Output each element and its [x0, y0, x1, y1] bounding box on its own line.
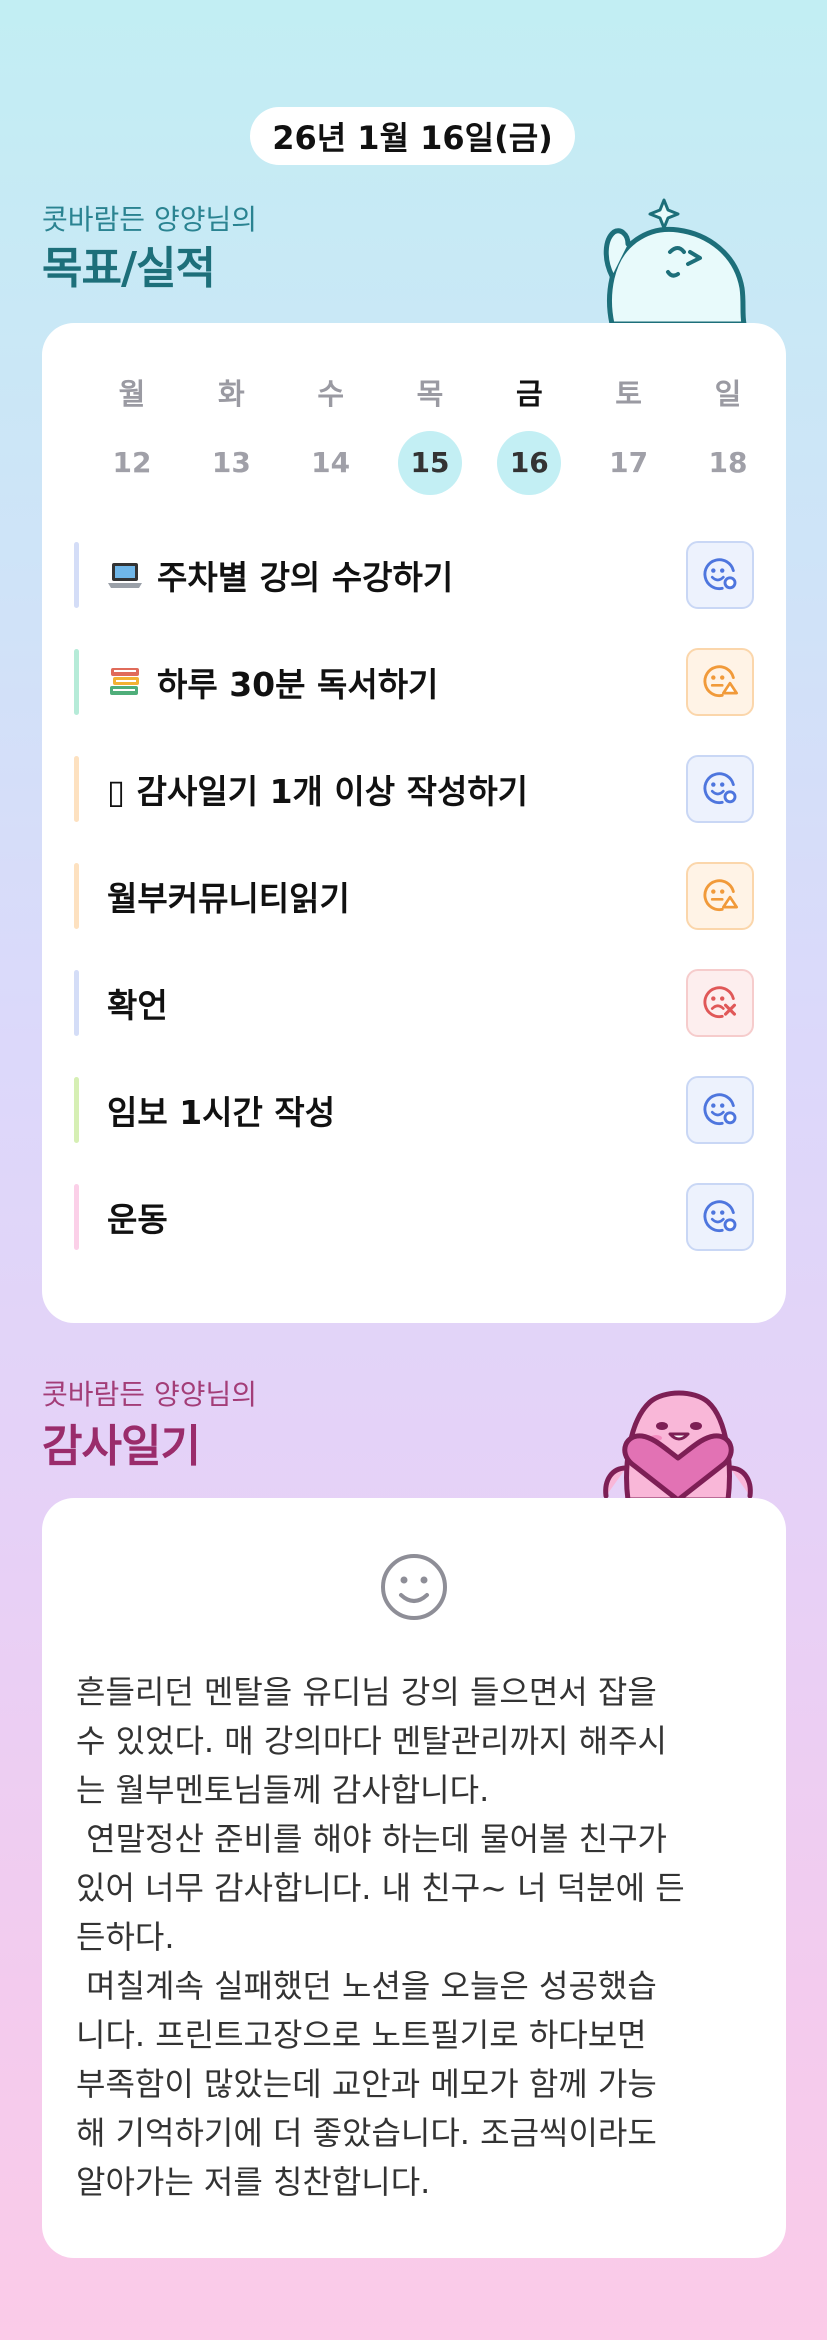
goal-text: 월부커뮤니티읽기 [107, 879, 350, 918]
goal-color-bar [74, 863, 79, 929]
goal-color-bar [74, 649, 79, 715]
smile-icon [381, 1554, 447, 1620]
goal-item[interactable]: 운동 [74, 1183, 754, 1251]
goal-item[interactable]: 확언 [74, 969, 754, 1037]
date-badge: 26년 1월 16일(금) [250, 107, 575, 165]
goal-color-bar [74, 1184, 79, 1250]
goal-color-bar [74, 542, 79, 608]
books-icon [107, 664, 143, 700]
date-cell[interactable]: 17 [594, 431, 664, 495]
weekday-label: 일 [714, 377, 742, 411]
goal-text: 운동 [107, 1200, 168, 1239]
date-cell[interactable]: 12 [97, 431, 167, 495]
date-number: 18 [708, 446, 748, 479]
date-number: 13 [211, 446, 251, 479]
goal-text: 임보 1시간 작성 [107, 1093, 336, 1132]
goal-text: ▯ 감사일기 1개 이상 작성하기 [107, 772, 529, 811]
status-fail-icon[interactable] [686, 969, 754, 1037]
goal-item[interactable]: 임보 1시간 작성 [74, 1076, 754, 1144]
date-number: 14 [311, 446, 351, 479]
goal-item[interactable]: ▯ 감사일기 1개 이상 작성하기 [74, 755, 754, 823]
goal-item[interactable]: 하루 30분 독서하기 [74, 648, 754, 716]
status-partial-icon[interactable] [686, 648, 754, 716]
goals-section-title: 목표/실적 [42, 243, 216, 294]
date-number-highlighted: 15 [397, 431, 462, 495]
gratitude-text: 흔들리던 멘탈을 유디님 강의 들으면서 잡을 수 있었다. 매 강의마다 멘탈… [76, 1673, 685, 2201]
status-done-icon[interactable] [686, 1076, 754, 1144]
weekday-label: 목 [416, 377, 444, 411]
weekday-row: 월화수목금토일 [97, 371, 763, 413]
goal-text: 하루 30분 독서하기 [157, 665, 439, 704]
goal-text: 확언 [107, 986, 168, 1025]
pink-mascot-heart-illustration [603, 1390, 753, 1500]
status-done-icon[interactable] [686, 541, 754, 609]
date-cell[interactable]: 18 [693, 431, 763, 495]
weekday-label: 금 [515, 377, 543, 411]
weekday-label: 월 [118, 377, 146, 411]
goal-color-bar [74, 1077, 79, 1143]
date-cell[interactable]: 13 [196, 431, 266, 495]
laptop-icon [107, 557, 143, 593]
goal-color-bar [74, 756, 79, 822]
date-number-highlighted: 16 [497, 431, 562, 495]
date-number: 17 [609, 446, 649, 479]
ghost-mascot-illustration [603, 198, 747, 324]
goals-card: 월 화 수 목 금 토 일 12 13 14 15 16 17 18 주차별 강의 수강하기하루 30분… [42, 323, 786, 1323]
weekday-label: 토 [615, 377, 642, 411]
gratitude-section-title: 감사일기 [42, 1421, 201, 1472]
goal-item[interactable]: 월부커뮤니티읽기 [74, 862, 754, 930]
date-cell[interactable]: 16 [494, 431, 564, 495]
weekday-label: 화 [217, 377, 245, 411]
goal-color-bar [74, 970, 79, 1036]
weekday-label: 수 [317, 377, 344, 411]
date-number: 12 [112, 446, 152, 479]
goal-item[interactable]: 주차별 강의 수강하기 [74, 541, 754, 609]
status-done-icon[interactable] [686, 1183, 754, 1251]
date-cell[interactable]: 14 [296, 431, 366, 495]
status-done-icon[interactable] [686, 755, 754, 823]
gratitude-card: 흔들리던 멘탈을 유디님 강의 들으면서 잡을 수 있었다. 매 강의마다 멘탈… [42, 1498, 786, 2258]
gratitude-section-subtitle: 콧바람든 양양님의 [42, 1378, 257, 1411]
status-partial-icon[interactable] [686, 862, 754, 930]
goal-text: 주차별 강의 수강하기 [157, 558, 454, 597]
date-row: 12 13 14 15 16 17 18 [97, 431, 763, 495]
date-cell[interactable]: 15 [395, 431, 465, 495]
